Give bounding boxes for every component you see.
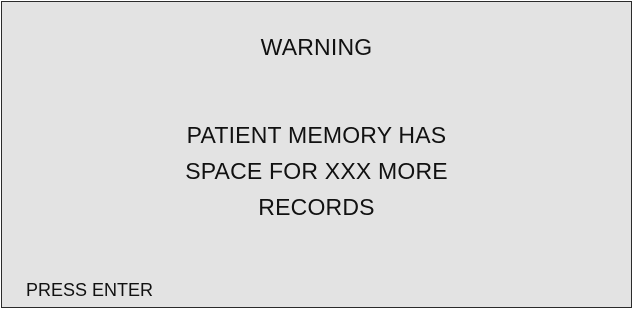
message-line-1: PATIENT MEMORY HAS	[186, 122, 447, 148]
message-line-2: SPACE FOR XXX MORE	[185, 158, 448, 184]
warning-title: WARNING	[260, 34, 373, 60]
message-line-3: RECORDS	[258, 194, 375, 220]
warning-screen: WARNING PATIENT MEMORY HAS SPACE FOR XXX…	[1, 1, 632, 308]
press-enter-prompt[interactable]: PRESS ENTER	[26, 279, 153, 301]
warning-message: PATIENT MEMORY HAS SPACE FOR XXX MORE RE…	[2, 117, 631, 225]
